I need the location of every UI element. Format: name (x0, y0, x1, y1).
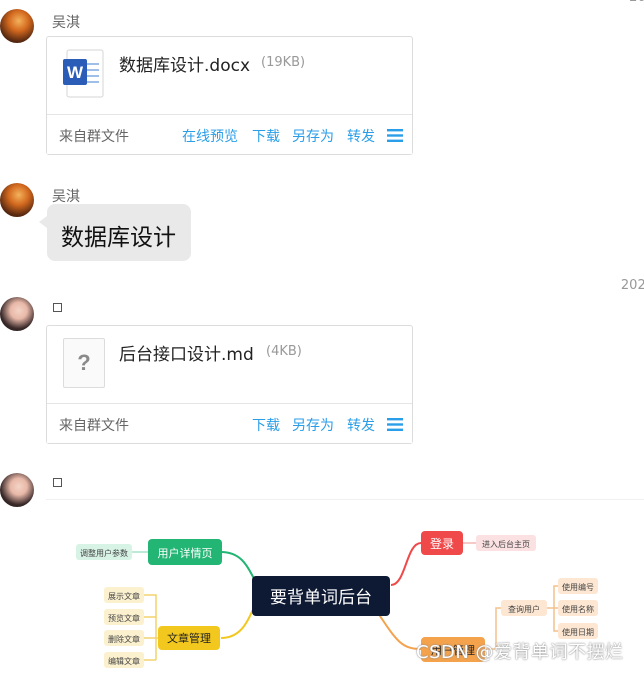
sender-name-placeholder-box (53, 303, 62, 312)
forward-button[interactable]: 转发 (347, 415, 375, 435)
mindmap-leaf: 使用名称 (562, 604, 594, 614)
timestamp: 202 (629, 0, 644, 5)
file-size: (19KB) (261, 55, 306, 70)
forward-button[interactable]: 转发 (347, 126, 375, 146)
mindmap-node-user-detail: 用户详情页 (158, 546, 213, 560)
avatar[interactable] (0, 473, 34, 507)
card-footer: 来自群文件 下载 另存为 转发 (47, 403, 412, 443)
mindmap-node-article: 文章管理 (167, 631, 211, 645)
timestamp: 2024 (620, 278, 644, 293)
save-as-button[interactable]: 另存为 (292, 126, 334, 146)
sender-name: 吴淇 (52, 15, 80, 31)
mindmap-leaf: 使用编号 (562, 582, 594, 592)
mindmap-leaf: 进入后台主页 (482, 539, 530, 549)
download-button[interactable]: 下载 (252, 415, 280, 435)
download-button[interactable]: 下载 (252, 126, 280, 146)
text-bubble[interactable]: 数据库设计 (39, 204, 191, 261)
menu-icon[interactable] (387, 129, 403, 142)
word-doc-icon: W (63, 49, 104, 98)
avatar[interactable] (0, 9, 34, 43)
avatar[interactable] (0, 183, 34, 217)
card-footer: 来自群文件 在线预览 下载 另存为 转发 (47, 114, 412, 154)
file-source: 来自群文件 (59, 418, 129, 434)
svg-text:W: W (67, 63, 84, 82)
mindmap-leaf: 调整用户参数 (80, 548, 128, 558)
mindmap-leaf: 展示文章 (108, 591, 140, 601)
file-source: 来自群文件 (59, 129, 129, 145)
file-card[interactable]: W 数据库设计.docx (19KB) 来自群文件 在线预览 下载 另存为 转发 (46, 36, 413, 155)
sender-name-placeholder-box (53, 478, 62, 487)
mindmap-node-login: 登录 (430, 536, 454, 551)
file-name[interactable]: 数据库设计.docx (119, 51, 250, 76)
mindmap-leaf: 查询用户 (508, 604, 540, 614)
mindmap-leaf: 删除文章 (108, 634, 140, 644)
avatar[interactable] (0, 297, 34, 331)
menu-icon[interactable] (387, 418, 403, 431)
file-size: (4KB) (266, 344, 302, 359)
file-card[interactable]: ? 后台接口设计.md (4KB) 来自群文件 下载 另存为 转发 (46, 325, 413, 444)
mindmap-leaf: 编辑文章 (108, 656, 140, 666)
unknown-file-icon: ? (63, 338, 105, 388)
mindmap-leaf: 使用日期 (562, 627, 594, 637)
preview-online-button[interactable]: 在线预览 (182, 126, 238, 146)
save-as-button[interactable]: 另存为 (292, 415, 334, 435)
watermark: CSDN @爱背单词不摆烂 (416, 642, 624, 663)
mindmap-center: 要背单词后台 (270, 588, 372, 608)
file-name[interactable]: 后台接口设计.md (119, 340, 254, 365)
sender-name: 吴淇 (52, 189, 80, 205)
mindmap-leaf: 预览文章 (108, 613, 140, 623)
